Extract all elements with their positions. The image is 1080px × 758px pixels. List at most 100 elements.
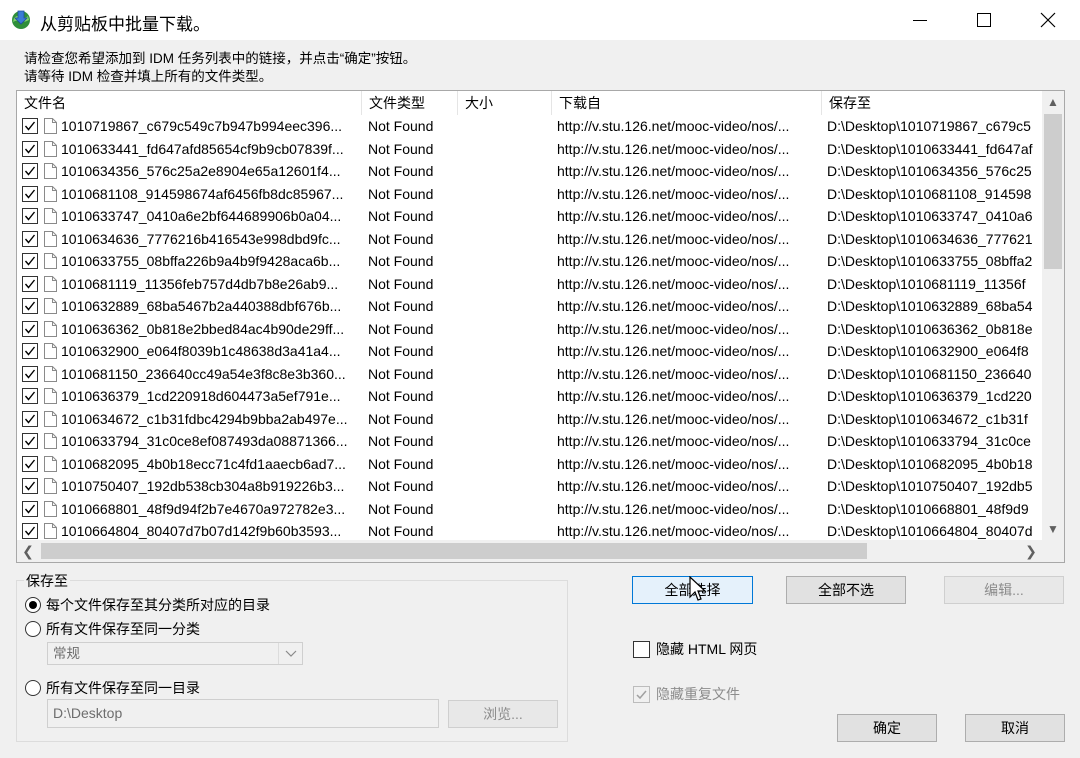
checkmark-icon[interactable] — [22, 500, 38, 517]
hide-html-label: 隐藏 HTML 网页 — [656, 641, 758, 657]
checkmark-icon[interactable] — [22, 275, 38, 292]
table-row[interactable]: 1010719867_c679c549c7b947b994eec396... No… — [17, 115, 1042, 138]
column-header-from[interactable]: 下载自 — [552, 91, 822, 115]
table-row[interactable]: 1010668801_48f9d94f2b7e4670a972782e3... N… — [17, 498, 1042, 521]
name-cell: 1010633794_31c0ce8ef087493da08871366... — [17, 430, 362, 453]
table-row[interactable]: 1010634672_c1b31fdbc4294b9bba2ab497e... N… — [17, 408, 1042, 431]
table-row[interactable]: 1010681119_11356feb757d4db7b8e26ab9... No… — [17, 273, 1042, 296]
checkmark-icon[interactable] — [22, 433, 38, 450]
checkmark-icon[interactable] — [22, 410, 38, 427]
radio-unselected-icon[interactable] — [25, 621, 41, 637]
table-row[interactable]: 1010682095_4b0b18ecc71c4fd1aaecb6ad7... N… — [17, 453, 1042, 476]
table-row[interactable]: 1010633441_fd647afd85654cf9b9cb07839f...… — [17, 138, 1042, 161]
radio-save-same-category[interactable]: 所有文件保存至同一分类 — [25, 619, 200, 639]
file-name: 1010634636_7776216b416543e998dbd9fc... — [61, 230, 341, 247]
checkmark-icon[interactable] — [22, 298, 38, 315]
table-row[interactable]: 1010633794_31c0ce8ef087493da08871366... N… — [17, 430, 1042, 453]
browse-button[interactable]: 浏览... — [448, 700, 558, 728]
checkmark-icon[interactable] — [22, 320, 38, 337]
save-path-field[interactable]: D:\Desktop — [47, 699, 439, 728]
column-header-type[interactable]: 文件类型 — [362, 91, 458, 115]
file-icon — [44, 163, 57, 180]
horizontal-scroll-thumb[interactable] — [41, 543, 867, 559]
hide-duplicates-checkbox[interactable]: 隐藏重复文件 — [633, 684, 740, 704]
file-size — [458, 453, 552, 476]
vertical-scroll-thumb[interactable] — [1044, 114, 1062, 269]
vertical-scrollbar[interactable]: ▲ ▼ — [1042, 91, 1064, 540]
chevron-down-icon[interactable] — [278, 643, 302, 664]
category-select[interactable]: 常规 — [47, 642, 303, 665]
list-header: 文件名 文件类型 大小 下载自 保存至 — [17, 91, 1042, 115]
checkmark-icon[interactable] — [22, 478, 38, 495]
file-type: Not Found — [368, 118, 434, 134]
table-row[interactable]: 1010633747_0410a6e2bf644689906b0a04... No… — [17, 205, 1042, 228]
table-row[interactable]: 1010664804_80407d7b07d142f9b60b3593... No… — [17, 520, 1042, 540]
list-rows: 1010719867_c679c549c7b947b994eec396... No… — [17, 115, 1042, 540]
hide-duplicates-label: 隐藏重复文件 — [656, 686, 740, 702]
ok-button[interactable]: 确定 — [837, 714, 937, 742]
title-bar[interactable]: 从剪贴板中批量下载。 — [0, 0, 1080, 40]
column-header-save[interactable]: 保存至 — [822, 91, 1042, 115]
column-header-name[interactable]: 文件名 — [17, 91, 362, 115]
file-name: 1010636362_0b818e2bbed84ac4b90de29ff... — [61, 320, 345, 337]
checkbox-empty-icon[interactable] — [633, 640, 650, 658]
file-type: Not Found — [368, 140, 434, 157]
table-row[interactable]: 1010636362_0b818e2bbed84ac4b90de29ff... N… — [17, 318, 1042, 341]
radio-selected-icon[interactable] — [25, 597, 41, 613]
download-from: http://v.stu.126.net/mooc-video/nos/... — [557, 343, 790, 359]
select-none-button[interactable]: 全部不选 — [786, 576, 906, 604]
checkmark-icon[interactable] — [22, 388, 38, 405]
file-type: Not Found — [368, 343, 434, 359]
scroll-up-icon[interactable]: ▲ — [1042, 91, 1064, 113]
checkmark-icon[interactable] — [22, 185, 38, 202]
checkmark-icon[interactable] — [633, 685, 650, 703]
scroll-down-icon[interactable]: ▼ — [1042, 518, 1064, 540]
close-button[interactable] — [1016, 0, 1080, 40]
radio-save-same-folder[interactable]: 所有文件保存至同一目录 — [25, 678, 200, 698]
checkmark-icon[interactable] — [22, 230, 38, 247]
maximize-button[interactable] — [952, 0, 1016, 40]
table-row[interactable]: 1010681150_236640cc49a54e3f8c8e3b360... N… — [17, 363, 1042, 386]
download-from: http://v.stu.126.net/mooc-video/nos/... — [557, 500, 790, 517]
download-list[interactable]: 文件名 文件类型 大小 下载自 保存至 1010719867_c679c549c… — [16, 90, 1065, 563]
checkmark-icon[interactable] — [22, 455, 38, 472]
file-name: 1010664804_80407d7b07d142f9b60b3593... — [61, 523, 342, 539]
checkmark-icon[interactable] — [22, 208, 38, 225]
table-row[interactable]: 1010750407_192db538cb304a8b919226b3... No… — [17, 475, 1042, 498]
scroll-left-icon[interactable]: ❮ — [17, 540, 39, 562]
radio-label: 所有文件保存至同一目录 — [46, 680, 200, 696]
download-from: http://v.stu.126.net/mooc-video/nos/... — [557, 275, 790, 292]
checkmark-icon[interactable] — [22, 118, 38, 135]
radio-unselected-icon[interactable] — [25, 680, 41, 696]
edit-button[interactable]: 编辑... — [944, 576, 1064, 604]
file-type: Not Found — [368, 253, 434, 269]
radio-save-by-category[interactable]: 每个文件保存至其分类所对应的目录 — [25, 595, 270, 615]
checkmark-icon[interactable] — [22, 140, 38, 157]
name-cell: 1010634356_576c25a2e8904e65a12601f4... — [17, 160, 362, 183]
file-size — [458, 408, 552, 431]
table-row[interactable]: 1010634636_7776216b416543e998dbd9fc... No… — [17, 228, 1042, 251]
horizontal-scrollbar[interactable]: ❮ ❯ — [17, 540, 1042, 562]
table-row[interactable]: 1010634356_576c25a2e8904e65a12601f4... No… — [17, 160, 1042, 183]
checkmark-icon[interactable] — [22, 365, 38, 382]
cancel-button[interactable]: 取消 — [965, 714, 1065, 742]
name-cell: 1010636362_0b818e2bbed84ac4b90de29ff... — [17, 318, 362, 341]
checkmark-icon[interactable] — [22, 343, 38, 360]
table-row[interactable]: 1010633755_08bffa226b9a4b9f9428aca6b... N… — [17, 250, 1042, 273]
radio-label: 每个文件保存至其分类所对应的目录 — [46, 597, 270, 613]
minimize-button[interactable] — [888, 0, 952, 40]
column-header-size[interactable]: 大小 — [458, 91, 552, 115]
checkmark-icon[interactable] — [22, 163, 38, 180]
file-icon — [44, 185, 57, 202]
hide-html-checkbox[interactable]: 隐藏 HTML 网页 — [633, 639, 757, 659]
table-row[interactable]: 1010632889_68ba5467b2a440388dbf676b... No… — [17, 295, 1042, 318]
table-row[interactable]: 1010632900_e064f8039b1c48638d3a41a4... No… — [17, 340, 1042, 363]
save-to: D:\Desktop\1010633755_08bffa2 — [827, 253, 1033, 269]
checkmark-icon[interactable] — [22, 523, 38, 540]
scroll-right-icon[interactable]: ❯ — [1020, 540, 1042, 562]
table-row[interactable]: 1010681108_914598674af6456fb8dc85967... N… — [17, 183, 1042, 206]
download-from: http://v.stu.126.net/mooc-video/nos/... — [557, 365, 790, 382]
checkmark-icon[interactable] — [22, 253, 38, 270]
table-row[interactable]: 1010636379_1cd220918d604473a5ef791e... No… — [17, 385, 1042, 408]
file-name: 1010634672_c1b31fdbc4294b9bba2ab497e... — [61, 410, 348, 427]
